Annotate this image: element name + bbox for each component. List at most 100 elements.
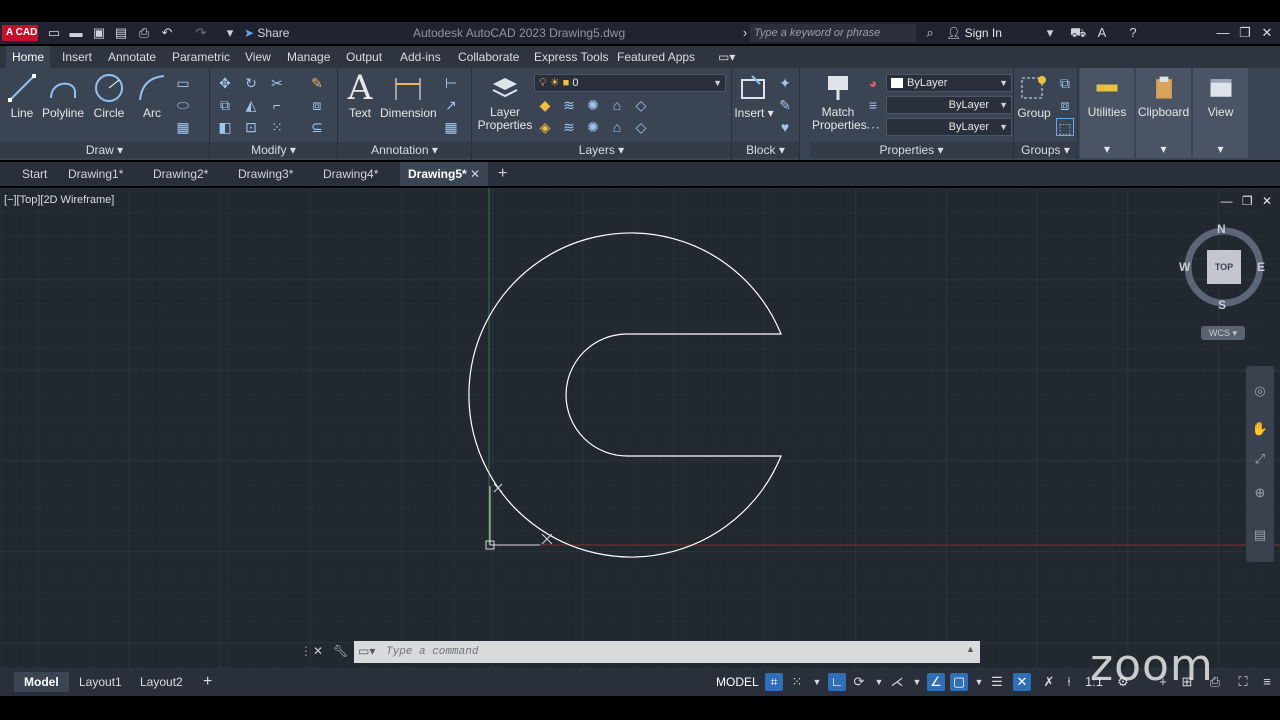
viewport-close-icon[interactable]: ✕ <box>1262 194 1272 208</box>
layout-tab-layout1[interactable]: Layout1 <box>79 672 122 692</box>
save-icon[interactable]: ▣ <box>91 25 107 41</box>
erase-icon[interactable]: ✎ <box>308 74 326 92</box>
viewport-minimize-icon[interactable]: — <box>1220 194 1232 208</box>
move-icon[interactable]: ✥ <box>216 74 234 92</box>
steering-wheel-icon[interactable]: ◎ <box>1251 382 1269 400</box>
panel-properties-title[interactable]: Properties ▾ <box>810 142 1013 158</box>
isodraft-dropdown-icon[interactable]: ▼ <box>908 673 926 691</box>
customize-wrench-icon[interactable]: 🔧︎ <box>333 644 348 658</box>
autodesk-app-icon[interactable]: A <box>1094 25 1110 41</box>
signin-dropdown-icon[interactable]: ▾ <box>1042 25 1058 41</box>
dimension-tool[interactable]: Dimension <box>380 72 437 120</box>
trim-icon[interactable]: ✂ <box>268 74 286 92</box>
array-icon[interactable]: ⁙ <box>268 118 286 136</box>
polar-tracking-icon[interactable]: ⟳ <box>850 673 868 691</box>
edit-block-icon[interactable]: ✎ <box>776 96 794 114</box>
scale-icon[interactable]: ⊡ <box>242 118 260 136</box>
match-properties-tool[interactable]: Match Properties <box>812 72 867 132</box>
tab-featured-apps[interactable]: Featured Apps <box>611 46 701 68</box>
ribbon-options-icon[interactable]: ▭▾ <box>712 46 741 68</box>
line-tool[interactable]: Line <box>4 72 40 120</box>
panel-groups-title[interactable]: Groups ▾ <box>1014 142 1077 158</box>
file-tab-drawing5[interactable]: Drawing5* ✕ <box>400 162 489 186</box>
tab-annotate[interactable]: Annotate <box>102 46 162 68</box>
panel-modify-title[interactable]: Modify ▾ <box>210 142 337 158</box>
layout-tab-model[interactable]: Model <box>14 672 69 692</box>
compass-west[interactable]: W <box>1179 260 1190 274</box>
object-snap-icon[interactable]: ▢ <box>950 673 968 691</box>
snap-mode-icon[interactable]: ⁙ <box>788 673 806 691</box>
panel-block-title[interactable]: Block ▾ <box>732 142 799 158</box>
tab-manage[interactable]: Manage <box>281 46 336 68</box>
layer-dropdown[interactable]: 💡︎ ☀ ■ 0 ▼ <box>534 74 726 92</box>
help-search-input[interactable]: Type a keyword or phrase <box>750 24 916 42</box>
new-file-icon[interactable]: ▭ <box>46 25 62 41</box>
layer-isolate-icon[interactable]: ≋ <box>560 96 578 114</box>
layer-properties-tool[interactable]: Layer Properties <box>476 72 534 132</box>
fillet-icon[interactable]: ⌐ <box>268 96 286 114</box>
cart-icon[interactable]: ⛟ <box>1070 25 1086 41</box>
color-dropdown[interactable]: ByLayer ▼ <box>886 74 1012 92</box>
viewport-controls-label[interactable]: [−][Top][2D Wireframe] <box>4 194 114 206</box>
utilities-panel-button[interactable]: Utilities ▾ <box>1080 68 1134 158</box>
app-logo[interactable]: A CAD <box>2 25 38 41</box>
command-close-icon[interactable]: ✕ <box>313 644 323 658</box>
viewcube[interactable]: TOP N S E W <box>1179 222 1265 312</box>
panel-layers-title[interactable]: Layers ▾ <box>472 142 731 158</box>
compass-south[interactable]: S <box>1218 298 1226 312</box>
layout-tab-layout2[interactable]: Layout2 <box>140 672 183 692</box>
minimize-icon[interactable]: — <box>1214 24 1232 42</box>
layer-walk-icon[interactable]: ◇ <box>632 118 650 136</box>
tab-collaborate[interactable]: Collaborate <box>452 46 525 68</box>
search-icon[interactable]: ⌕ <box>922 25 938 41</box>
command-grip-icon[interactable]: ⋮ <box>300 644 312 658</box>
panel-annotation-title[interactable]: Annotation ▾ <box>338 142 471 158</box>
panel-draw-title[interactable]: Draw ▾ <box>0 142 209 158</box>
isodraft-icon[interactable]: ⋌ <box>888 673 906 691</box>
tab-add-ins[interactable]: Add-ins <box>394 46 447 68</box>
stretch-icon[interactable]: ◧ <box>216 118 234 136</box>
drawing-geometry[interactable] <box>0 188 1280 672</box>
clean-screen-icon[interactable]: ⛶ <box>1234 673 1252 691</box>
lineweight-display-icon[interactable]: ☰ <box>988 673 1006 691</box>
share-button[interactable]: ➤ Share <box>244 25 289 41</box>
edit-attribute-icon[interactable]: ♥ <box>776 118 794 136</box>
undo-icon[interactable]: ↶ <box>159 25 175 41</box>
osnap-dropdown-icon[interactable]: ▼ <box>970 673 988 691</box>
tab-output[interactable]: Output <box>340 46 388 68</box>
layer-unisolate-icon[interactable]: ≋ <box>560 118 578 136</box>
recent-commands-icon[interactable]: ▭▾ <box>358 644 375 658</box>
save-as-icon[interactable]: ▤ <box>113 25 129 41</box>
ungroup-icon[interactable]: ⧉ <box>1056 74 1074 92</box>
linetype-dropdown[interactable]: ByLayer ▼ <box>886 96 1012 114</box>
make-current-icon[interactable]: ◈ <box>536 118 554 136</box>
unlock-icon[interactable]: ⌂ <box>608 118 626 136</box>
hatch-icon[interactable]: ⬭ <box>174 96 192 114</box>
viewport-restore-icon[interactable]: ❐ <box>1242 194 1253 208</box>
gradient-icon[interactable]: ▦ <box>174 118 192 136</box>
compass-east[interactable]: E <box>1257 260 1265 274</box>
orbit-icon[interactable]: ⊕ <box>1251 484 1269 502</box>
polar-dropdown-icon[interactable]: ▼ <box>870 673 888 691</box>
copy-icon[interactable]: ⧉ <box>216 96 234 114</box>
layer-freeze-icon[interactable]: ✺ <box>584 96 602 114</box>
object-snap-tracking-icon[interactable]: ∠ <box>927 673 945 691</box>
group-selection-icon[interactable]: ⬚ <box>1056 118 1074 136</box>
rectangle-icon[interactable]: ▭ <box>174 74 192 92</box>
grid-icon[interactable]: ⌗ <box>765 673 783 691</box>
circle-tool[interactable]: Circle <box>88 72 130 120</box>
clipboard-panel-button[interactable]: Clipboard ▾ <box>1136 68 1191 158</box>
command-history-icon[interactable]: ▲ <box>966 644 975 654</box>
create-block-icon[interactable]: ✦ <box>776 74 794 92</box>
tab-insert[interactable]: Insert <box>56 46 98 68</box>
pan-icon[interactable]: ✋ <box>1251 420 1269 438</box>
auto-scale-icon[interactable]: ✗ <box>1040 673 1058 691</box>
text-tool[interactable]: A Text <box>342 71 378 120</box>
file-tab-drawing2[interactable]: Drawing2* <box>153 162 208 186</box>
new-tab-icon[interactable]: + <box>498 162 507 186</box>
layer-off-icon[interactable]: ◆ <box>536 96 554 114</box>
wcs-menu[interactable]: WCS ▾ <box>1201 326 1245 340</box>
layer-lock-icon[interactable]: ⌂ <box>608 96 626 114</box>
lineweight-dropdown[interactable]: ByLayer ▼ <box>886 118 1012 136</box>
insert-tool[interactable]: Insert ▾ <box>734 72 774 120</box>
